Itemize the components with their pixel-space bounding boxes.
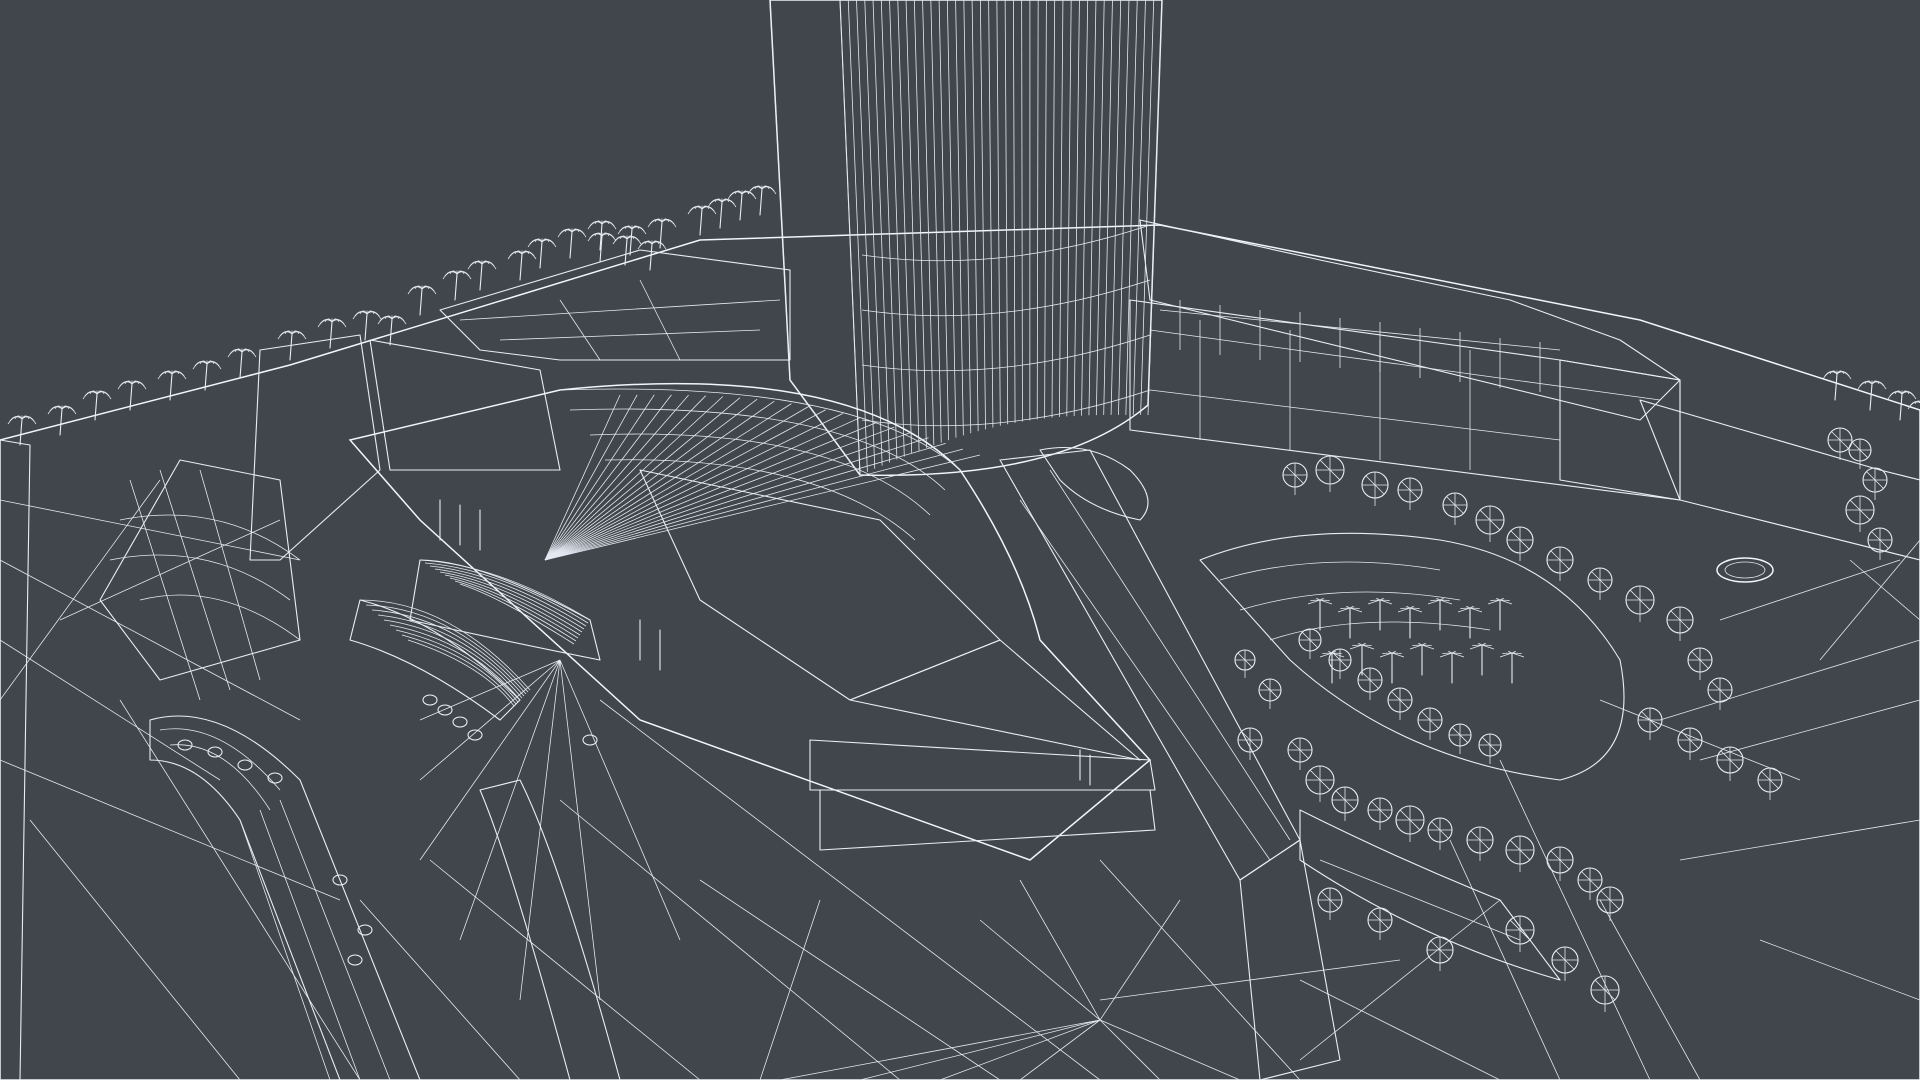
right-wing-building [1129,219,1920,561]
viewport-3d-scene[interactable] [0,0,1920,1080]
site-ground-plate [0,224,1920,1080]
diagonal-ramp [999,449,1341,1080]
skylight-circles [177,694,598,966]
left-podium-block [99,334,561,701]
landscape-tree-clusters [1234,427,1893,1012]
curved-podium-roof [348,382,1156,861]
cylindrical-tower [769,0,1163,477]
left-curved-terrace [149,715,621,1080]
right-landscape-bed [1039,447,1774,981]
